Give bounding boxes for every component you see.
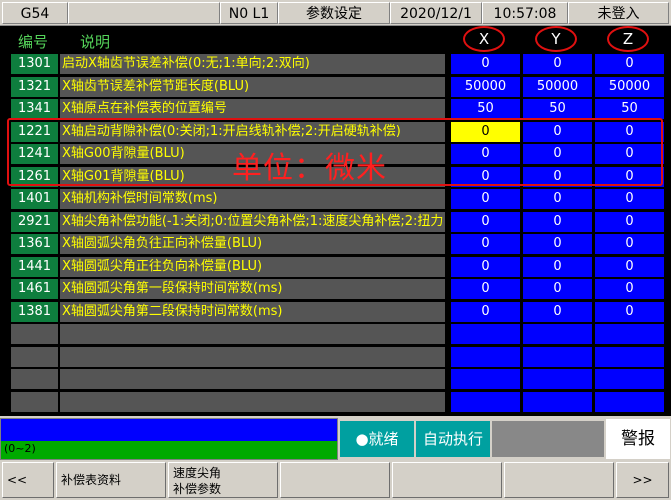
empty-description-cell [60,324,445,344]
param-description: X轴圆弧尖角正往负向补偿量(BLU) [60,257,445,277]
empty-description-cell [60,347,445,367]
param-value-y[interactable]: 50 [523,99,592,119]
empty-value-cell[interactable] [523,392,592,412]
param-number: 1461 [11,279,58,299]
param-value-z[interactable]: 0 [595,189,664,209]
param-value-x[interactable]: 0 [451,279,520,299]
header-number: 编号 [18,33,49,51]
param-value-z[interactable]: 0 [595,279,664,299]
param-description: X轴圆弧尖角第二段保持时间常数(ms) [60,302,445,322]
param-value-x[interactable]: 0 [451,302,520,322]
empty-value-cell[interactable] [595,347,664,367]
param-value-y[interactable]: 0 [523,234,592,254]
top-status-bar: G54 N0 L1 参数设定 2020/12/1 10:57:08 未登入 [0,0,671,26]
softkey-4[interactable] [280,462,390,498]
param-description: X轴圆弧尖角第一段保持时间常数(ms) [60,279,445,299]
param-value-x[interactable]: 0 [451,54,520,74]
softkey-5[interactable] [392,462,502,498]
param-value-z[interactable]: 50000 [595,77,664,97]
param-value-y[interactable]: 0 [523,54,592,74]
ready-status: ●就绪 [340,421,414,457]
empty-number-cell [11,324,58,344]
param-value-z[interactable]: 50 [595,99,664,119]
param-description: X轴齿节误差补偿节距长度(BLU) [60,77,445,97]
empty-value-cell[interactable] [523,324,592,344]
param-number: 2921 [11,212,58,232]
param-value-y[interactable]: 0 [523,212,592,232]
param-number: 1381 [11,302,58,322]
auto-run-status: 自动执行 [416,421,490,457]
screen-title: 参数设定 [278,2,390,24]
input-field[interactable] [1,419,337,441]
param-value-z[interactable]: 0 [595,212,664,232]
circle-axis-z [607,26,649,52]
param-value-y[interactable]: 0 [523,189,592,209]
unit-annotation: 单位：微米 [232,151,387,186]
param-description: X轴机构补偿时间常数(ms) [60,189,445,209]
input-range: (0~2) [4,442,36,455]
status-blank [492,421,604,457]
empty-value-cell[interactable] [523,347,592,367]
empty-description-cell [60,369,445,389]
circle-axis-y [535,26,577,52]
param-description: X轴圆弧尖角负往正向补偿量(BLU) [60,234,445,254]
empty-value-cell[interactable] [451,347,520,367]
empty-number-cell [11,347,58,367]
param-value-y[interactable]: 0 [523,257,592,277]
param-value-z[interactable]: 0 [595,302,664,322]
program-line: N0 L1 [220,2,278,24]
param-number: 1361 [11,234,58,254]
speed-corner-label-1: 速度尖角 [173,466,222,480]
param-value-z[interactable]: 0 [595,257,664,277]
param-value-z[interactable]: 0 [595,234,664,254]
alarm-indicator[interactable]: 警报 [606,419,670,459]
param-value-x[interactable]: 0 [451,234,520,254]
param-value-z[interactable]: 0 [595,54,664,74]
next-page-button[interactable]: >> [616,462,669,498]
param-number: 1341 [11,99,58,119]
circle-axis-x [463,26,505,52]
param-value-x[interactable]: 0 [451,257,520,277]
empty-value-cell[interactable] [523,369,592,389]
empty-number-cell [11,392,58,412]
param-value-y[interactable]: 0 [523,302,592,322]
date-display: 2020/12/1 [390,2,482,24]
comp-table-button[interactable]: 补偿表资料 [56,462,166,498]
param-number: 1301 [11,54,58,74]
login-status[interactable]: 未登入 [568,2,669,24]
prev-page-button[interactable]: << [2,462,54,498]
param-value-y[interactable]: 50000 [523,77,592,97]
param-value-y[interactable]: 0 [523,279,592,299]
empty-value-cell[interactable] [595,324,664,344]
empty-value-cell[interactable] [451,392,520,412]
empty-value-cell[interactable] [595,392,664,412]
header-description: 说明 [80,33,111,51]
empty-value-cell[interactable] [595,369,664,389]
time-display: 10:57:08 [482,2,568,24]
param-number: 1321 [11,77,58,97]
param-value-x[interactable]: 50000 [451,77,520,97]
top-blank [68,2,220,24]
param-value-x[interactable]: 0 [451,212,520,232]
param-value-x[interactable]: 0 [451,189,520,209]
param-description: 启动X轴齿节误差补偿(0:无;1:单向;2:双向) [60,54,445,74]
param-description: X轴尖角补偿功能(-1:关闭;0:位置尖角补偿;1:速度尖角补偿;2:扭力 [60,212,445,232]
param-description: X轴原点在补偿表的位置编号 [60,99,445,119]
empty-description-cell [60,392,445,412]
speed-corner-comp-button[interactable]: 速度尖角 补偿参数 [168,462,278,498]
param-value-x[interactable]: 50 [451,99,520,119]
param-number: 1441 [11,257,58,277]
empty-number-cell [11,369,58,389]
coordinate-mode: G54 [2,2,68,24]
empty-value-cell[interactable] [451,324,520,344]
range-bar [1,441,337,459]
param-number: 1401 [11,189,58,209]
speed-corner-label-2: 补偿参数 [173,482,222,496]
softkey-6[interactable] [504,462,614,498]
empty-value-cell[interactable] [451,369,520,389]
